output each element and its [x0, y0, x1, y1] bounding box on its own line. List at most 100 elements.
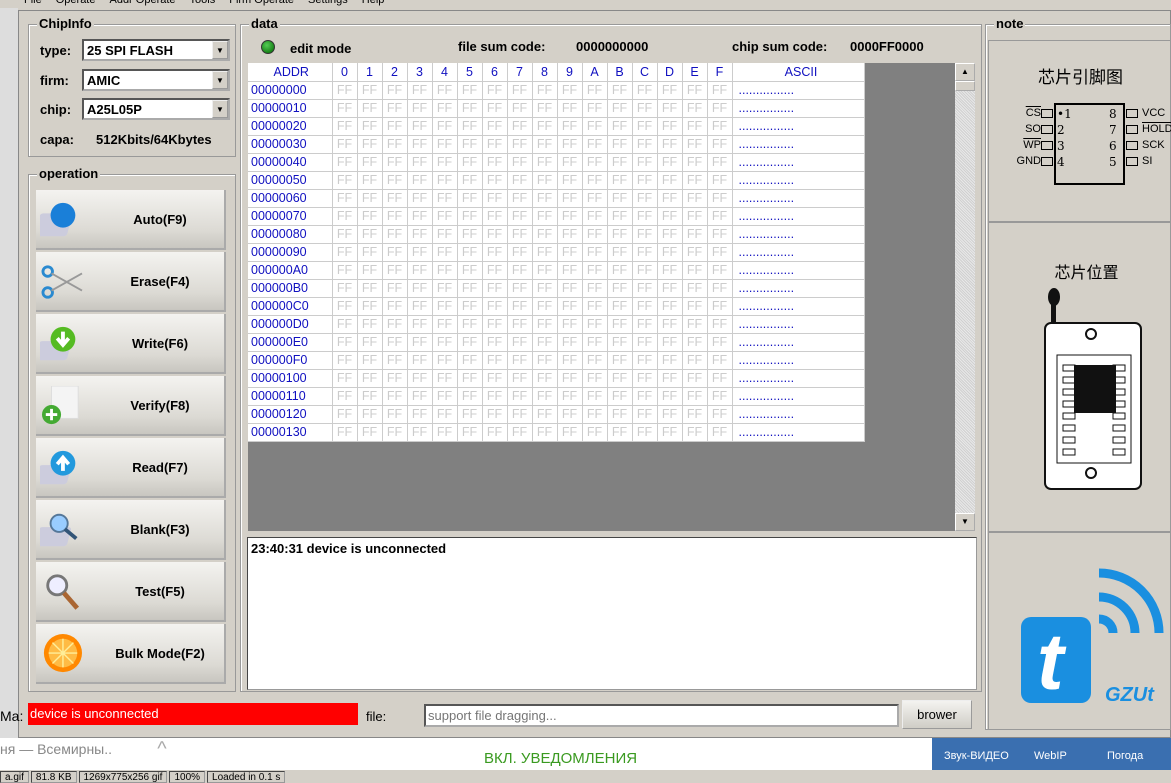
hex-cell[interactable]: FF: [582, 189, 608, 208]
hex-cell[interactable]: FF: [582, 405, 608, 424]
table-row[interactable]: 000000F0 FF FF FF FF FF FF FF FF FF FF FF FF FF FF FF FF…: [248, 351, 865, 370]
hex-cell[interactable]: FF: [407, 225, 433, 244]
hex-cell[interactable]: FF: [682, 279, 708, 298]
tray-item[interactable]: Звук-ВИДЕО: [944, 750, 1009, 762]
hex-cell[interactable]: FF: [382, 351, 408, 370]
hex-cell[interactable]: FF: [632, 387, 658, 406]
hex-cell[interactable]: FF: [357, 297, 383, 316]
hex-cell[interactable]: FF: [532, 99, 558, 118]
hex-cell[interactable]: FF: [632, 423, 658, 442]
hex-cell[interactable]: FF: [682, 225, 708, 244]
hex-cell[interactable]: FF: [332, 279, 358, 298]
hex-cell[interactable]: FF: [682, 405, 708, 424]
hex-cell[interactable]: FF: [382, 279, 408, 298]
hex-cell[interactable]: FF: [707, 405, 733, 424]
hex-cell[interactable]: FF: [707, 387, 733, 406]
hex-cell[interactable]: FF: [457, 297, 483, 316]
hex-cell[interactable]: FF: [507, 405, 533, 424]
hex-cell[interactable]: FF: [357, 81, 383, 100]
hex-cell[interactable]: FF: [582, 279, 608, 298]
hex-cell[interactable]: FF: [532, 333, 558, 352]
menu-item[interactable]: Addr Operate: [109, 0, 175, 8]
hex-cell[interactable]: FF: [557, 423, 583, 442]
hex-cell[interactable]: FF: [607, 405, 633, 424]
hex-cell[interactable]: FF: [682, 351, 708, 370]
hex-cell[interactable]: FF: [432, 153, 458, 172]
hex-cell[interactable]: FF: [432, 405, 458, 424]
op-button-erase[interactable]: Erase(F4): [36, 252, 226, 312]
hex-cell[interactable]: FF: [532, 351, 558, 370]
hex-cell[interactable]: FF: [507, 99, 533, 118]
hex-cell[interactable]: FF: [432, 117, 458, 136]
hex-cell[interactable]: FF: [707, 153, 733, 172]
hex-cell[interactable]: FF: [357, 243, 383, 262]
hex-cell[interactable]: FF: [557, 279, 583, 298]
scroll-thumb[interactable]: [955, 81, 975, 91]
hex-cell[interactable]: FF: [632, 405, 658, 424]
hex-cell[interactable]: FF: [482, 81, 508, 100]
hex-cell[interactable]: FF: [557, 315, 583, 334]
tray-item[interactable]: Погода: [1107, 750, 1143, 762]
hex-cell[interactable]: FF: [607, 81, 633, 100]
hex-cell[interactable]: FF: [557, 351, 583, 370]
hex-cell[interactable]: FF: [507, 225, 533, 244]
table-row[interactable]: 00000070 FF FF FF FF FF FF FF FF FF FF FF FF FF FF FF FF…: [248, 207, 865, 226]
hex-cell[interactable]: FF: [557, 171, 583, 190]
hex-cell[interactable]: FF: [332, 261, 358, 280]
hex-cell[interactable]: FF: [457, 99, 483, 118]
hex-cell[interactable]: FF: [657, 297, 683, 316]
hex-cell[interactable]: FF: [482, 369, 508, 388]
hex-cell[interactable]: FF: [582, 387, 608, 406]
hex-cell[interactable]: FF: [582, 99, 608, 118]
hex-cell[interactable]: FF: [332, 351, 358, 370]
hex-cell[interactable]: FF: [657, 333, 683, 352]
hex-cell[interactable]: FF: [632, 117, 658, 136]
hex-cell[interactable]: FF: [432, 99, 458, 118]
hex-cell[interactable]: FF: [357, 225, 383, 244]
hex-cell[interactable]: FF: [457, 117, 483, 136]
hex-cell[interactable]: FF: [407, 207, 433, 226]
hex-cell[interactable]: FF: [382, 135, 408, 154]
hex-cell[interactable]: FF: [532, 369, 558, 388]
hex-cell[interactable]: FF: [657, 405, 683, 424]
hex-cell[interactable]: FF: [357, 351, 383, 370]
hex-cell[interactable]: FF: [657, 81, 683, 100]
hex-cell[interactable]: FF: [582, 81, 608, 100]
hex-cell[interactable]: FF: [707, 369, 733, 388]
hex-cell[interactable]: FF: [382, 99, 408, 118]
table-row[interactable]: 00000010 FF FF FF FF FF FF FF FF FF FF FF FF FF FF FF FF…: [248, 99, 865, 118]
hex-cell[interactable]: FF: [557, 243, 583, 262]
browse-button[interactable]: brower: [902, 700, 972, 729]
hex-cell[interactable]: FF: [657, 387, 683, 406]
hex-cell[interactable]: FF: [432, 261, 458, 280]
hex-scrollbar[interactable]: ▲ ▼: [955, 63, 975, 531]
hex-cell[interactable]: FF: [382, 333, 408, 352]
hex-cell[interactable]: FF: [482, 117, 508, 136]
hex-cell[interactable]: FF: [507, 153, 533, 172]
hex-cell[interactable]: FF: [407, 153, 433, 172]
hex-cell[interactable]: FF: [557, 225, 583, 244]
hex-cell[interactable]: FF: [457, 81, 483, 100]
op-button-write[interactable]: Write(F6): [36, 314, 226, 374]
hex-cell[interactable]: FF: [382, 405, 408, 424]
hex-cell[interactable]: FF: [582, 135, 608, 154]
chevron-down-icon[interactable]: ▼: [212, 41, 228, 59]
hex-cell[interactable]: FF: [707, 243, 733, 262]
hex-cell[interactable]: FF: [482, 171, 508, 190]
hex-cell[interactable]: FF: [382, 261, 408, 280]
hex-cell[interactable]: FF: [407, 279, 433, 298]
table-row[interactable]: 00000000 FF FF FF FF FF FF FF FF FF FF FF FF FF FF FF FF…: [248, 81, 865, 100]
hex-cell[interactable]: FF: [707, 225, 733, 244]
hex-cell[interactable]: FF: [432, 423, 458, 442]
hex-cell[interactable]: FF: [532, 297, 558, 316]
hex-cell[interactable]: FF: [407, 387, 433, 406]
hex-cell[interactable]: FF: [382, 153, 408, 172]
hex-cell[interactable]: FF: [357, 171, 383, 190]
hex-cell[interactable]: FF: [707, 99, 733, 118]
hex-cell[interactable]: FF: [482, 387, 508, 406]
hex-cell[interactable]: FF: [432, 207, 458, 226]
hex-cell[interactable]: FF: [657, 315, 683, 334]
hex-cell[interactable]: FF: [632, 135, 658, 154]
chip-select[interactable]: A25L05P ▼: [82, 98, 230, 120]
hex-cell[interactable]: FF: [657, 135, 683, 154]
